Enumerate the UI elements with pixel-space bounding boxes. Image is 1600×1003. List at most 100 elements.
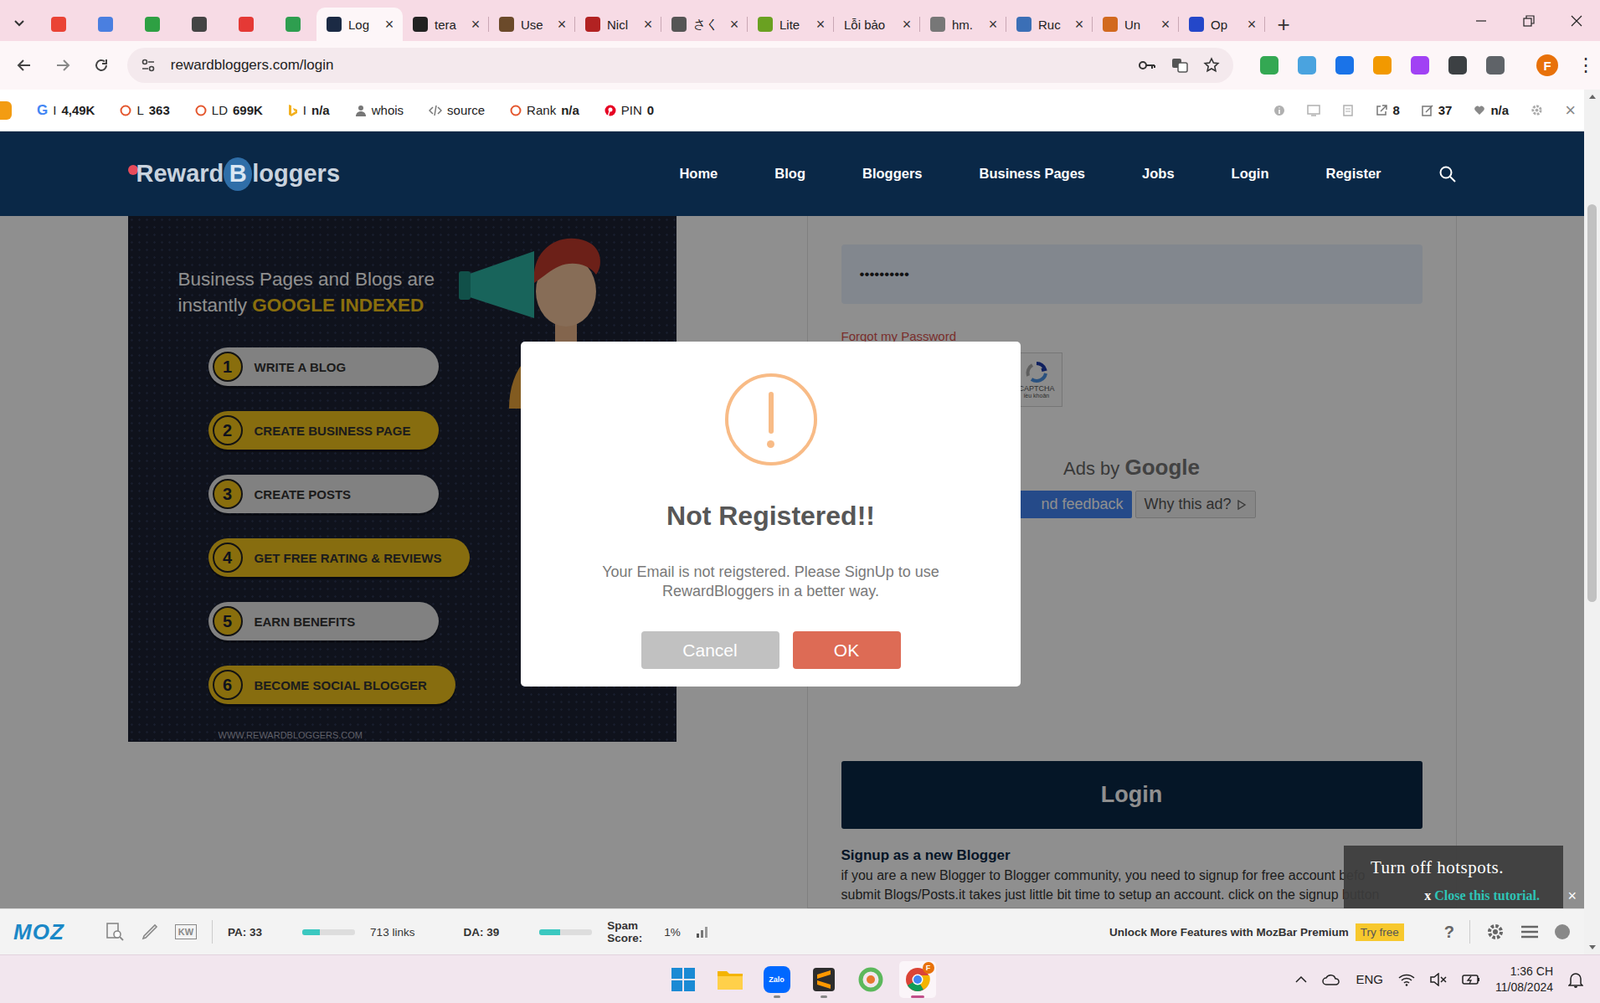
tab-close-button[interactable]: × [986, 15, 1000, 34]
seo-metric[interactable]: Rank n/a [509, 102, 580, 118]
pinned-tab[interactable] [222, 7, 270, 42]
translate-icon[interactable] [1171, 56, 1189, 74]
tab-close-button[interactable]: × [382, 15, 397, 34]
cancel-button[interactable]: Cancel [641, 631, 780, 669]
nav-link[interactable]: Jobs [1142, 165, 1175, 182]
minimize-button[interactable] [1456, 0, 1505, 42]
tab-close-button[interactable]: × [1245, 15, 1259, 34]
browser-tab[interactable]: hm. × [920, 7, 1007, 42]
notification-bell-icon[interactable] [1568, 971, 1584, 988]
browser-tab[interactable]: Lite × [747, 7, 834, 42]
new-tab-button[interactable]: + [1265, 7, 1302, 42]
reload-button[interactable] [83, 47, 119, 83]
tab-close-button[interactable]: × [468, 15, 483, 34]
try-free-button[interactable]: Try free [1355, 923, 1405, 942]
extension-icon[interactable] [1410, 56, 1430, 75]
browser-tab[interactable]: Nicl × [575, 7, 662, 42]
input-language[interactable]: ENG [1355, 972, 1384, 987]
tab-close-button[interactable]: × [727, 15, 741, 34]
browser-tab[interactable]: Log × [316, 7, 403, 42]
extension-icon[interactable] [1260, 56, 1279, 75]
seo-metric[interactable]: PIN 0 [604, 102, 654, 118]
cloud-icon[interactable] [1322, 972, 1341, 987]
tab-search-button[interactable] [3, 5, 36, 40]
tab-close-button[interactable]: × [813, 15, 828, 34]
seo-metric[interactable]: source [428, 102, 485, 118]
site-logo[interactable]: RewardBloggers [128, 157, 341, 191]
browser-tab[interactable]: tera × [402, 7, 489, 42]
chrome-button[interactable]: F [899, 961, 937, 999]
tab-close-button[interactable]: × [1158, 15, 1173, 34]
info-icon[interactable] [1273, 104, 1286, 117]
browser-tab[interactable]: Ruc × [1006, 7, 1093, 42]
scroll-down-icon[interactable] [1588, 944, 1597, 952]
page-scrollbar[interactable] [1584, 89, 1600, 955]
collapse-icon[interactable] [1553, 923, 1571, 941]
page-analysis-icon[interactable] [104, 921, 125, 942]
close-window-button[interactable] [1552, 0, 1600, 42]
back-button[interactable] [6, 47, 42, 83]
search-icon[interactable] [1438, 164, 1457, 184]
pinned-tab[interactable] [35, 7, 83, 42]
tutorial-title[interactable]: Turn off hotspots. [1370, 857, 1547, 879]
nav-link[interactable]: Home [679, 165, 718, 182]
sublime-button[interactable] [805, 961, 843, 999]
seo-metric[interactable]: I n/a [288, 102, 330, 118]
seo-metric[interactable]: G I 4,49K [36, 102, 95, 119]
zalo-button[interactable]: Zalo [758, 961, 796, 999]
nav-link[interactable]: Business Pages [978, 165, 1086, 182]
forward-button[interactable] [45, 47, 81, 83]
nav-link[interactable]: Blog [774, 165, 806, 182]
seo-count[interactable]: 8 [1375, 102, 1400, 118]
tab-close-button[interactable]: × [900, 15, 914, 34]
show-hidden-icon[interactable] [1295, 975, 1307, 984]
gear-icon[interactable] [1530, 103, 1544, 117]
tab-close-button[interactable]: × [641, 15, 655, 34]
help-button[interactable]: ? [1444, 922, 1455, 942]
nav-link[interactable]: Bloggers [862, 165, 923, 182]
pinned-tab[interactable] [82, 7, 129, 42]
extension-icon[interactable] [1335, 56, 1354, 75]
address-bar[interactable]: rewardbloggers.com/login [127, 47, 1234, 83]
chrome-menu-button[interactable]: ⋮ [1576, 54, 1594, 77]
screen-icon[interactable] [1306, 104, 1321, 117]
browser-tab[interactable]: Use × [488, 7, 576, 42]
app-button[interactable] [852, 961, 890, 999]
pinned-tab[interactable] [175, 7, 223, 42]
scroll-up-icon[interactable] [1588, 92, 1597, 100]
browser-tab[interactable]: Un × [1092, 7, 1179, 42]
menu-icon[interactable] [1520, 924, 1539, 940]
browser-tab[interactable]: さく × [661, 7, 748, 42]
tab-close-button[interactable]: × [555, 15, 569, 34]
seo-metric[interactable]: L 363 [119, 102, 170, 118]
page-icon[interactable] [1342, 104, 1354, 117]
moz-logo[interactable]: MOZ [13, 919, 65, 946]
keyword-icon[interactable]: KW [174, 924, 197, 940]
seo-count[interactable]: 37 [1421, 102, 1453, 118]
seo-metric[interactable]: whois [354, 102, 404, 118]
gear-icon[interactable] [1485, 921, 1506, 942]
wifi-icon[interactable] [1398, 972, 1415, 987]
bookmark-star-icon[interactable] [1203, 56, 1220, 74]
pinned-tab[interactable] [269, 7, 317, 42]
close-tutorial-link[interactable]: x Close this tutorial. [1370, 888, 1547, 904]
nav-link[interactable]: Login [1231, 165, 1270, 182]
browser-tab[interactable]: Lỗi bảo × [833, 7, 921, 42]
pinned-tab[interactable] [128, 7, 176, 42]
highlight-pencil-icon[interactable] [139, 921, 160, 942]
clock[interactable]: 1:36 CH 11/08/2024 [1495, 963, 1554, 996]
extension-icon[interactable] [1373, 56, 1392, 75]
seo-metric[interactable]: LD 699K [195, 102, 263, 118]
confirm-button[interactable]: OK [792, 631, 901, 669]
link-count[interactable]: 713 links [370, 926, 415, 939]
seo-count[interactable]: n/a [1473, 102, 1509, 118]
restore-button[interactable] [1504, 0, 1553, 42]
nav-link[interactable]: Register [1325, 165, 1381, 182]
speaker-muted-icon[interactable] [1430, 972, 1447, 987]
tutorial-dismiss-button[interactable]: × [1567, 887, 1577, 906]
scroll-thumb[interactable] [1587, 204, 1597, 602]
start-button[interactable] [664, 961, 702, 999]
tab-close-button[interactable]: × [1072, 15, 1086, 34]
profile-button[interactable]: F [1536, 54, 1559, 77]
site-settings-icon[interactable] [140, 57, 156, 73]
